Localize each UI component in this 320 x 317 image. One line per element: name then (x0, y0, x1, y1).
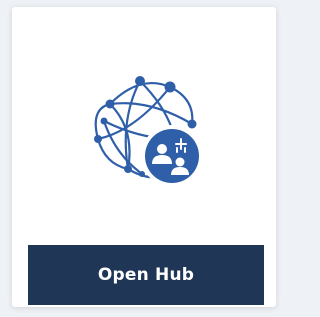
hub-icon-area (12, 7, 276, 242)
hub-card[interactable]: Open Hub (12, 7, 276, 307)
open-hub-button[interactable]: Open Hub (28, 245, 264, 305)
network-community-icon (94, 76, 203, 187)
